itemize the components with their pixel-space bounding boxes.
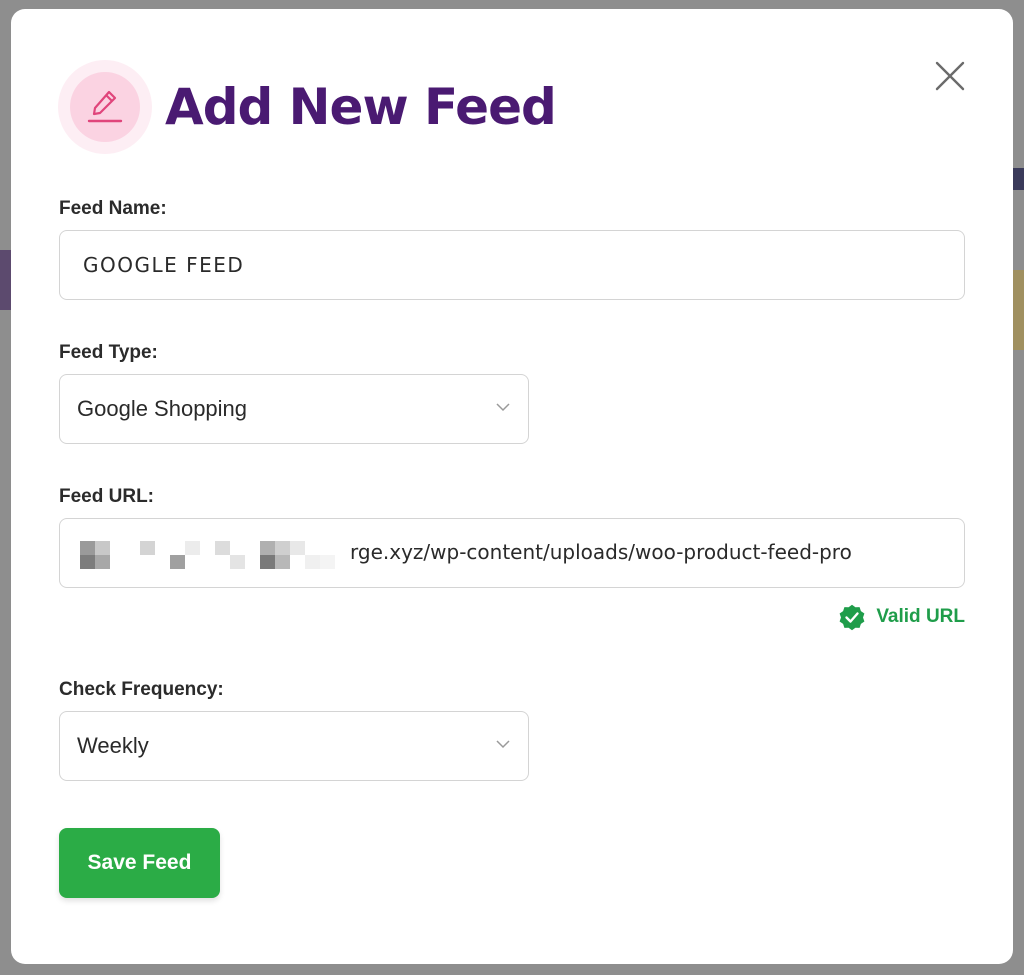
feed-type-select[interactable]: Google Shopping	[59, 374, 529, 444]
feed-name-field	[59, 230, 965, 300]
check-frequency-select[interactable]: Weekly	[59, 711, 529, 781]
feed-type-label: Feed Type:	[59, 342, 158, 363]
modal-title: Add New Feed	[165, 78, 557, 136]
feed-url-label: Feed URL:	[59, 486, 154, 507]
check-frequency-selected-value: Weekly	[77, 733, 149, 758]
chevron-down-icon	[496, 740, 510, 749]
feed-type-selected-value: Google Shopping	[77, 396, 248, 421]
valid-url-text: Valid URL	[876, 606, 965, 627]
feed-name-label: Feed Name:	[59, 198, 167, 219]
background-page-hint	[1013, 168, 1024, 190]
feed-url-value: rge.xyz/wp-content/uploads/woo-product-f…	[350, 540, 852, 564]
title-icon-badge	[58, 60, 152, 154]
check-frequency-label: Check Frequency:	[59, 679, 224, 700]
chevron-down-icon	[496, 403, 510, 412]
close-icon	[935, 61, 965, 91]
feed-url-field[interactable]: rge.xyz/wp-content/uploads/woo-product-f…	[59, 518, 965, 588]
save-feed-button[interactable]: Save Feed	[59, 828, 220, 898]
background-page-hint	[0, 250, 11, 310]
feed-name-input[interactable]	[60, 231, 964, 299]
redacted-url-prefix	[80, 541, 335, 571]
add-feed-modal: Add New Feed Feed Name: Feed Type: Googl…	[11, 9, 1013, 964]
background-page-hint	[1013, 270, 1024, 350]
check-badge-icon	[839, 604, 865, 631]
pencil-edit-icon	[87, 90, 123, 123]
close-button[interactable]	[932, 58, 968, 94]
url-validation-status: Valid URL	[837, 602, 965, 632]
